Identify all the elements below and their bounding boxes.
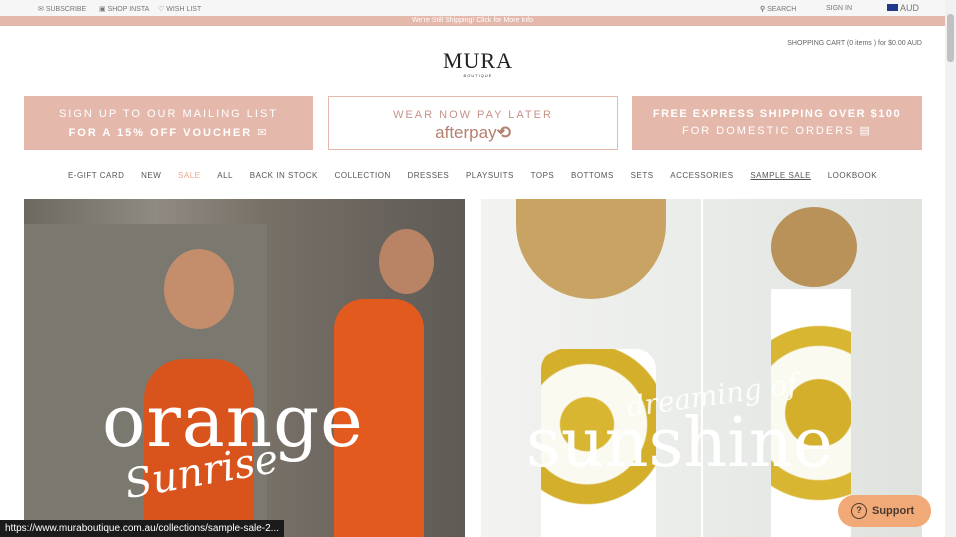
nav-e-gift-card[interactable]: E-GIFT CARD: [68, 171, 124, 180]
model-head-shape: [164, 249, 234, 329]
support-label: Support: [872, 505, 915, 517]
hero-orange-sunrise[interactable]: orange Sunrise: [24, 199, 465, 537]
mailing-list-promo[interactable]: SIGN UP TO OUR MAILING LIST FOR A 15% OF…: [24, 96, 313, 150]
nav-bottoms[interactable]: BOTTOMS: [571, 171, 614, 180]
search-icon: ⚲: [760, 6, 766, 13]
promo-line2: FOR DOMESTIC ORDERS ▤: [632, 124, 922, 137]
nav-dresses[interactable]: DRESSES: [407, 171, 449, 180]
scrollbar[interactable]: [945, 0, 956, 537]
sign-in-link[interactable]: SIGN IN: [826, 5, 852, 12]
model-head-shape: [379, 229, 434, 294]
nav-lookbook[interactable]: LOOKBOOK: [828, 171, 877, 180]
afterpay-arrows-icon: ⟲: [496, 123, 511, 142]
help-icon: ?: [851, 503, 867, 519]
wish-list-link[interactable]: ♡ WISH LIST: [158, 5, 201, 13]
logo[interactable]: MURA: [0, 48, 956, 74]
straw-hat-shape: [516, 199, 666, 299]
subscribe-label: SUBSCRIBE: [45, 6, 87, 13]
subscribe-link[interactable]: ✉ SUBSCRIBE: [38, 5, 86, 13]
photo-divider: [701, 199, 703, 537]
nav-sets[interactable]: SETS: [631, 171, 654, 180]
afterpay-text: afterpay: [435, 123, 497, 142]
main-nav: E-GIFT CARD NEW SALE ALL BACK IN STOCK C…: [0, 171, 945, 180]
envelope-icon: ✉: [257, 127, 269, 139]
nav-sample-sale[interactable]: SAMPLE SALE: [750, 171, 811, 180]
promo-line1: WEAR NOW PAY LATER: [393, 109, 553, 121]
free-shipping-promo[interactable]: FREE EXPRESS SHIPPING OVER $100 FOR DOME…: [632, 96, 922, 150]
nav-tops[interactable]: TOPS: [531, 171, 555, 180]
wish-list-label: WISH LIST: [166, 6, 202, 13]
support-button[interactable]: ? Support: [838, 495, 931, 527]
link-status-bar: https://www.muraboutique.com.au/collecti…: [0, 520, 285, 537]
nav-collection[interactable]: COLLECTION: [335, 171, 391, 180]
shipping-banner[interactable]: We're Still Shipping! Click for More Inf…: [0, 16, 945, 26]
afterpay-logo: afterpay⟲: [329, 123, 617, 143]
nav-sale[interactable]: SALE: [178, 171, 200, 180]
currency-label: AUD: [900, 3, 920, 13]
search-link[interactable]: ⚲ SEARCH: [760, 5, 796, 13]
logo-subtitle: BOUTIQUE: [463, 73, 493, 78]
promo-line2: FOR A 15% OFF VOUCHER ✉: [24, 126, 313, 139]
nav-accessories[interactable]: ACCESSORIES: [670, 171, 733, 180]
nav-new[interactable]: NEW: [141, 171, 161, 180]
afterpay-promo[interactable]: WEAR NOW PAY LATER afterpay⟲: [328, 96, 618, 150]
shop-insta-link[interactable]: ▣ SHOP INSTA: [99, 5, 149, 13]
nav-playsuits[interactable]: PLAYSUITS: [466, 171, 514, 180]
nav-all[interactable]: ALL: [217, 171, 233, 180]
promo-line1: SIGN UP TO OUR MAILING LIST: [58, 108, 279, 120]
hero-sunshine[interactable]: sunshine dreaming of: [481, 199, 922, 537]
promo-line1: FREE EXPRESS SHIPPING OVER $100: [652, 108, 902, 120]
australia-flag-icon: [887, 4, 898, 11]
nav-back-in-stock[interactable]: BACK IN STOCK: [250, 171, 318, 180]
delivery-icon: ▤: [859, 125, 872, 137]
currency-selector[interactable]: AUD: [887, 3, 919, 13]
straw-hat-shape: [771, 207, 857, 287]
promo-line2-text: FOR A 15% OFF VOUCHER: [68, 127, 253, 139]
top-utility-bar: ✉ SUBSCRIBE ▣ SHOP INSTA ♡ WISH LIST ⚲ S…: [0, 0, 945, 16]
shopping-cart-link[interactable]: SHOPPING CART (0 items ) for $0.00 AUD: [787, 40, 922, 47]
shop-insta-label: SHOP INSTA: [107, 6, 150, 13]
promo-line2-text: FOR DOMESTIC ORDERS: [682, 125, 855, 137]
search-label: SEARCH: [767, 6, 797, 13]
